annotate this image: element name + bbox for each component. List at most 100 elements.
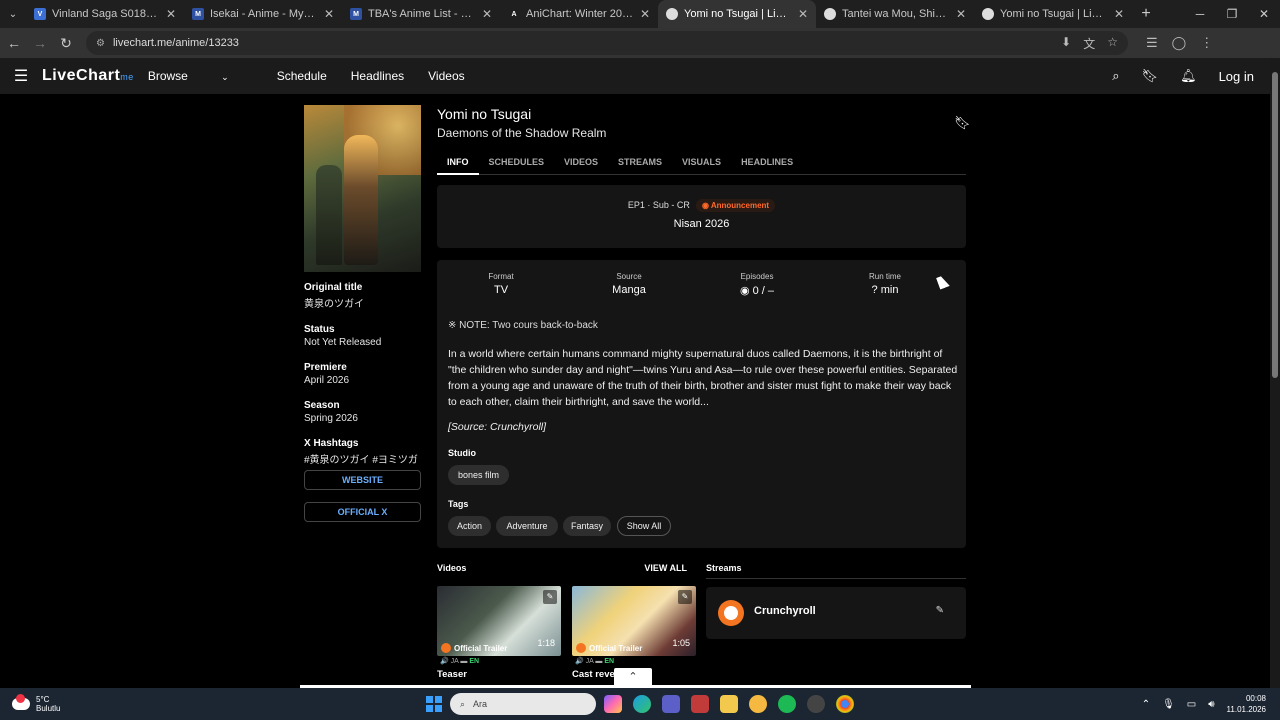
edit-icon[interactable]: ✎ [543,590,557,604]
taskbar-search-input[interactable]: ⌕ Ara [450,693,596,715]
file-explorer-icon[interactable] [720,695,738,713]
close-icon[interactable]: ✕ [166,7,176,21]
tab-search-icon[interactable]: ⌄ [0,0,26,28]
video-thumbnail[interactable]: ✎ Official Trailer 1:05 [572,586,696,656]
tab-groups-icon[interactable]: ☰ [1146,35,1158,51]
video-sub: EN [604,658,615,665]
brave-icon[interactable] [691,695,709,713]
tab-visuals[interactable]: VISUALS [672,152,731,175]
edit-icon[interactable]: ✎ [936,605,944,616]
login-link[interactable]: Log in [1219,69,1254,84]
bookmark-icon[interactable]: 🔖︎ [954,115,971,131]
tab-streams[interactable]: STREAMS [608,152,672,175]
browser-tab[interactable]: MIsekai - Anime - MyAnimeList.n✕ [184,0,342,28]
app-icon[interactable] [807,695,825,713]
tags-label: Tags [448,499,469,509]
season-label: Season [304,400,340,411]
forward-icon[interactable]: → [28,35,52,51]
stat-value: ? min [871,284,899,296]
show-all-tags-button[interactable]: Show All [617,516,671,536]
site-logo[interactable]: LiveChartme [42,67,134,85]
edge-icon[interactable] [633,695,651,713]
browser-tab[interactable]: Yomi no Tsugai | LiveChart.me ✕ [974,0,1132,28]
stats-row: Format TV Source Manga Episodes ◉ 0 / – Run… [437,272,966,297]
chrome-icon[interactable] [836,695,854,713]
page-scrollbar[interactable] [1270,58,1280,688]
official-x-button[interactable]: OFFICIAL X [304,502,421,522]
stat-source: Source Manga [565,272,693,297]
weather-widget[interactable]: 5°C Bulutlu [12,694,60,713]
stat-format: Format TV [437,272,565,297]
tab-schedules[interactable]: SCHEDULES [479,152,555,175]
browser-tab[interactable]: AAniChart: Winter 2026 Seasona✕ [500,0,658,28]
maximize-icon[interactable]: ❐ [1216,0,1248,28]
close-window-icon[interactable]: ✕ [1248,0,1280,28]
browser-tab[interactable]: Tantei wa Mou, Shindeiru. Seas ✕ [816,0,974,28]
menu-icon[interactable]: ⋮ [1200,35,1213,51]
windows-taskbar: 5°C Bulutlu ⌕ Ara ⌃ 🎙︎ ▭ 🔊︎ 00:08 11.01.202… [0,688,1280,720]
close-icon[interactable]: ✕ [956,7,966,21]
browser-tab[interactable]: VVinland Saga S01805 | OpenAn✕ [26,0,184,28]
star-icon[interactable]: ☆ [1107,35,1118,52]
profile-icon[interactable]: ◯ [1172,35,1187,51]
close-icon[interactable]: ✕ [1114,7,1124,21]
site-info-icon[interactable]: ⚙ [96,38,105,49]
scrollbar-thumb[interactable] [1272,72,1278,378]
season-value: Spring 2026 [304,413,358,424]
close-icon[interactable]: ✕ [482,7,492,21]
nav-headlines[interactable]: Headlines [351,69,404,83]
install-icon[interactable]: ⬇ [1061,35,1071,52]
premiere-value: April 2026 [304,375,350,386]
bookmark-icon[interactable]: 🔖︎ [1142,68,1159,84]
chevron-up-icon[interactable]: ⌃ [1142,699,1150,710]
stat-label: Episodes [740,272,774,281]
bell-icon[interactable]: 🔔︎ [1180,68,1197,84]
new-tab-icon[interactable]: + [1132,5,1160,23]
tag-chip[interactable]: Adventure [496,516,558,536]
windows-start-icon[interactable] [426,696,442,712]
display-icon[interactable]: ▭ [1187,699,1196,710]
copilot-icon[interactable] [604,695,622,713]
crunchyroll-icon [576,643,586,653]
announcement-label: Announcement [710,201,770,210]
close-icon[interactable]: ✕ [798,7,808,21]
scroll-up-button[interactable]: ⌃ [614,668,652,687]
video-lang-info: 🔊 JA ▬ EN [440,658,480,665]
announcement-badge[interactable]: ◉ Announcement [695,199,776,212]
video-thumbnail[interactable]: ✎ Official Trailer 1:18 [437,586,561,656]
teams-icon[interactable] [662,695,680,713]
nav-videos[interactable]: Videos [428,69,464,83]
volume-icon[interactable]: 🔊︎ [1208,699,1214,710]
tab-info[interactable]: INFO [437,152,479,175]
nav-browse[interactable]: Browse ⌄ [148,69,253,83]
url-input[interactable]: ⚙ livechart.me/anime/13233 ⬇ 文 ☆ [86,31,1128,55]
close-icon[interactable]: ✕ [324,7,334,21]
chevron-down-icon: ⌄ [221,72,229,82]
tab-headlines[interactable]: HEADLINES [731,152,803,175]
status-label: Status [304,324,335,335]
crunchyroll-logo-icon [718,600,744,626]
search-icon[interactable]: ⌕ [1112,68,1119,84]
microphone-icon[interactable]: 🎙︎ [1162,699,1175,710]
spotify-icon[interactable] [778,695,796,713]
tab-videos[interactable]: VIDEOS [554,152,608,175]
hamburger-icon[interactable]: ☰ [0,66,42,86]
tag-chip[interactable]: Action [448,516,491,536]
nav-schedule[interactable]: Schedule [277,69,327,83]
stream-card-crunchyroll[interactable]: Crunchyroll ✎ [706,587,966,639]
tag-chip[interactable]: Fantasy [563,516,611,536]
edit-icon[interactable]: ✎ [678,590,692,604]
video-title[interactable]: Teaser [437,669,467,680]
website-button[interactable]: WEBSITE [304,470,421,490]
back-icon[interactable]: ← [2,35,26,51]
discord-icon[interactable] [749,695,767,713]
browser-tab[interactable]: MTBA's Anime List - MyAnimeLis✕ [342,0,500,28]
close-icon[interactable]: ✕ [640,7,650,21]
translate-icon[interactable]: 文 [1083,35,1095,52]
clock[interactable]: 00:08 11.01.2026 [1227,693,1266,715]
studio-chip[interactable]: bones film [448,465,509,485]
minimize-icon[interactable]: ─ [1184,0,1216,28]
reload-icon[interactable]: ↻ [54,35,78,52]
view-all-link[interactable]: VIEW ALL [644,563,697,573]
browser-tab-active[interactable]: Yomi no Tsugai | LiveChart.me ✕ [658,0,816,28]
